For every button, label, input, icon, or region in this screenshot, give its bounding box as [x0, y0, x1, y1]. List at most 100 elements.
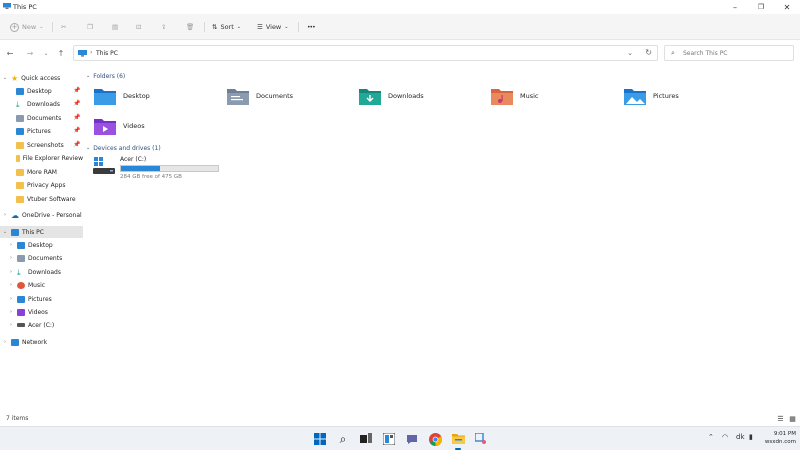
- tray-language[interactable]: dk: [736, 433, 745, 441]
- pin-icon: 📌: [73, 127, 81, 134]
- view-button[interactable]: ☰ View ⌄: [257, 21, 288, 33]
- nav-network[interactable]: › Network: [2, 336, 83, 348]
- folder-tile-downloads[interactable]: Downloads: [358, 85, 478, 107]
- search-input[interactable]: [683, 48, 789, 59]
- toolbar-divider: [52, 22, 53, 32]
- widgets-button[interactable]: [381, 431, 397, 447]
- nav-qa-downloads[interactable]: ⤓ Downloads 📌: [16, 98, 83, 110]
- copy-button[interactable]: ❐: [87, 21, 93, 33]
- taskbar-clock[interactable]: 9:01 PM wsxdn.com: [760, 430, 796, 446]
- arrow-up-icon: ↑: [57, 48, 65, 58]
- forward-button[interactable]: →: [25, 48, 35, 58]
- search-taskbar-button[interactable]: ⌕: [335, 431, 351, 447]
- tiles-view-button[interactable]: ▦: [788, 414, 797, 423]
- wifi-icon[interactable]: ◠: [722, 433, 728, 441]
- chat-button[interactable]: [404, 431, 420, 447]
- view-button-label: View: [265, 23, 282, 31]
- nav-pc-documents[interactable]: › Documents: [8, 252, 83, 264]
- drive-usage-fill: [121, 166, 160, 171]
- folder-icon: [16, 181, 24, 189]
- nav-qa-documents[interactable]: Documents 📌: [16, 112, 83, 124]
- pin-icon: 📌: [73, 141, 81, 148]
- file-explorer-taskbar-button[interactable]: [450, 431, 466, 450]
- delete-button[interactable]: 🗑: [186, 21, 194, 33]
- nav-pc-downloads[interactable]: › ⤓ Downloads: [8, 266, 83, 278]
- maximize-button[interactable]: ❐: [748, 0, 774, 14]
- refresh-icon[interactable]: ↻: [645, 48, 652, 57]
- arrow-right-icon: →: [26, 48, 34, 58]
- nav-this-pc[interactable]: ⌄ This PC: [0, 226, 83, 238]
- chevron-down-icon: ⌄: [86, 145, 91, 151]
- content-pane: ⌄ Folders (6) Desktop Documents Download…: [86, 68, 800, 408]
- folder-tile-videos[interactable]: Videos: [93, 115, 213, 137]
- nav-label: Pictures: [28, 295, 52, 303]
- nav-onedrive[interactable]: › ☁ OneDrive - Personal: [2, 209, 83, 221]
- folder-tile-desktop[interactable]: Desktop: [93, 85, 213, 107]
- chevron-right-icon: ›: [10, 309, 12, 315]
- nav-qa-desktop[interactable]: Desktop 📌: [16, 85, 83, 97]
- folder-icon: [16, 154, 20, 162]
- breadcrumb-this-pc[interactable]: This PC: [96, 50, 118, 57]
- this-pc-icon: [78, 50, 87, 57]
- nav-pc-acer-c[interactable]: › Acer (C:): [8, 319, 83, 331]
- nav-pc-pictures[interactable]: › Pictures: [8, 293, 83, 305]
- pin-icon: 📌: [73, 100, 81, 107]
- nav-pc-music[interactable]: › Music: [8, 279, 83, 291]
- nav-label: Screenshots: [27, 141, 64, 149]
- nav-pc-videos[interactable]: › Videos: [8, 306, 83, 318]
- chevron-right-icon: ›: [10, 282, 12, 288]
- snipping-tool-button[interactable]: [473, 431, 489, 447]
- desktop-folder-icon: [94, 89, 116, 105]
- cut-button[interactable]: ✂: [61, 21, 66, 33]
- nav-qa-screenshots[interactable]: Screenshots 📌: [16, 139, 83, 151]
- rename-button[interactable]: ⊡: [136, 21, 141, 33]
- pictures-icon: [17, 295, 25, 303]
- folder-tile-documents[interactable]: Documents: [226, 85, 346, 107]
- nav-pc-desktop[interactable]: › Desktop: [8, 239, 83, 251]
- battery-icon[interactable]: ▮: [749, 433, 753, 441]
- paste-button[interactable]: ▤: [112, 21, 118, 33]
- copy-icon: ❐: [87, 23, 93, 31]
- folders-group-header[interactable]: ⌄ Folders (6): [86, 70, 125, 82]
- nav-qa-more-ram[interactable]: More RAM: [16, 166, 83, 178]
- nav-label: Pictures: [27, 127, 51, 135]
- folder-tile-music[interactable]: Music: [490, 85, 610, 107]
- close-button[interactable]: ✕: [774, 0, 800, 14]
- arrow-left-icon: ←: [6, 48, 14, 58]
- folder-name: Music: [520, 92, 539, 100]
- chevron-right-icon: ›: [10, 242, 12, 248]
- chrome-button[interactable]: [427, 431, 443, 447]
- nav-qa-vtuber-software[interactable]: Vtuber Software: [16, 193, 83, 205]
- nav-label: This PC: [22, 228, 44, 236]
- devices-group-header[interactable]: ⌄ Devices and drives (1): [86, 142, 161, 154]
- task-view-button[interactable]: [358, 431, 374, 447]
- chevron-up-icon[interactable]: ⌃: [708, 433, 714, 441]
- minimize-button[interactable]: –: [722, 0, 748, 14]
- music-folder-icon: [491, 89, 513, 105]
- recent-locations-button[interactable]: ⌄: [41, 48, 51, 58]
- search-box[interactable]: ⌕: [664, 45, 794, 61]
- address-dropdown-icon[interactable]: ⌄: [627, 49, 633, 57]
- title-bar: This PC – ❐ ✕: [0, 0, 800, 14]
- up-button[interactable]: ↑: [56, 48, 66, 58]
- address-bar[interactable]: › This PC ⌄ ↻: [73, 45, 658, 61]
- details-view-button[interactable]: ☰: [776, 414, 785, 423]
- taskbar: ⌕ ⌃ ◠ dk ▮ 9:01 PM wsxdn.com: [0, 426, 800, 450]
- nav-qa-privacy-apps[interactable]: Privacy Apps: [16, 179, 83, 191]
- windows-logo-icon: [314, 433, 326, 445]
- share-button[interactable]: ⇪: [161, 21, 166, 33]
- nav-qa-file-explorer-review[interactable]: File Explorer Review: [16, 152, 83, 164]
- this-pc-icon: [11, 228, 19, 236]
- start-button[interactable]: [312, 431, 328, 447]
- nav-label: Music: [28, 281, 46, 289]
- folder-tile-pictures[interactable]: Pictures: [623, 85, 743, 107]
- new-button[interactable]: + New ⌄: [10, 21, 43, 33]
- drive-tile-acer-c[interactable]: Acer (C:) 284 GB free of 475 GB: [93, 154, 233, 184]
- more-options-button[interactable]: •••: [307, 21, 316, 33]
- nav-quick-access[interactable]: ⌄ ★ Quick access: [2, 72, 83, 84]
- nav-qa-pictures[interactable]: Pictures 📌: [16, 125, 83, 137]
- folder-icon: [16, 141, 24, 149]
- back-button[interactable]: ←: [5, 48, 15, 58]
- sort-button[interactable]: ⇅ Sort ⌄: [212, 21, 241, 33]
- chevron-down-icon: ⌄: [2, 229, 8, 235]
